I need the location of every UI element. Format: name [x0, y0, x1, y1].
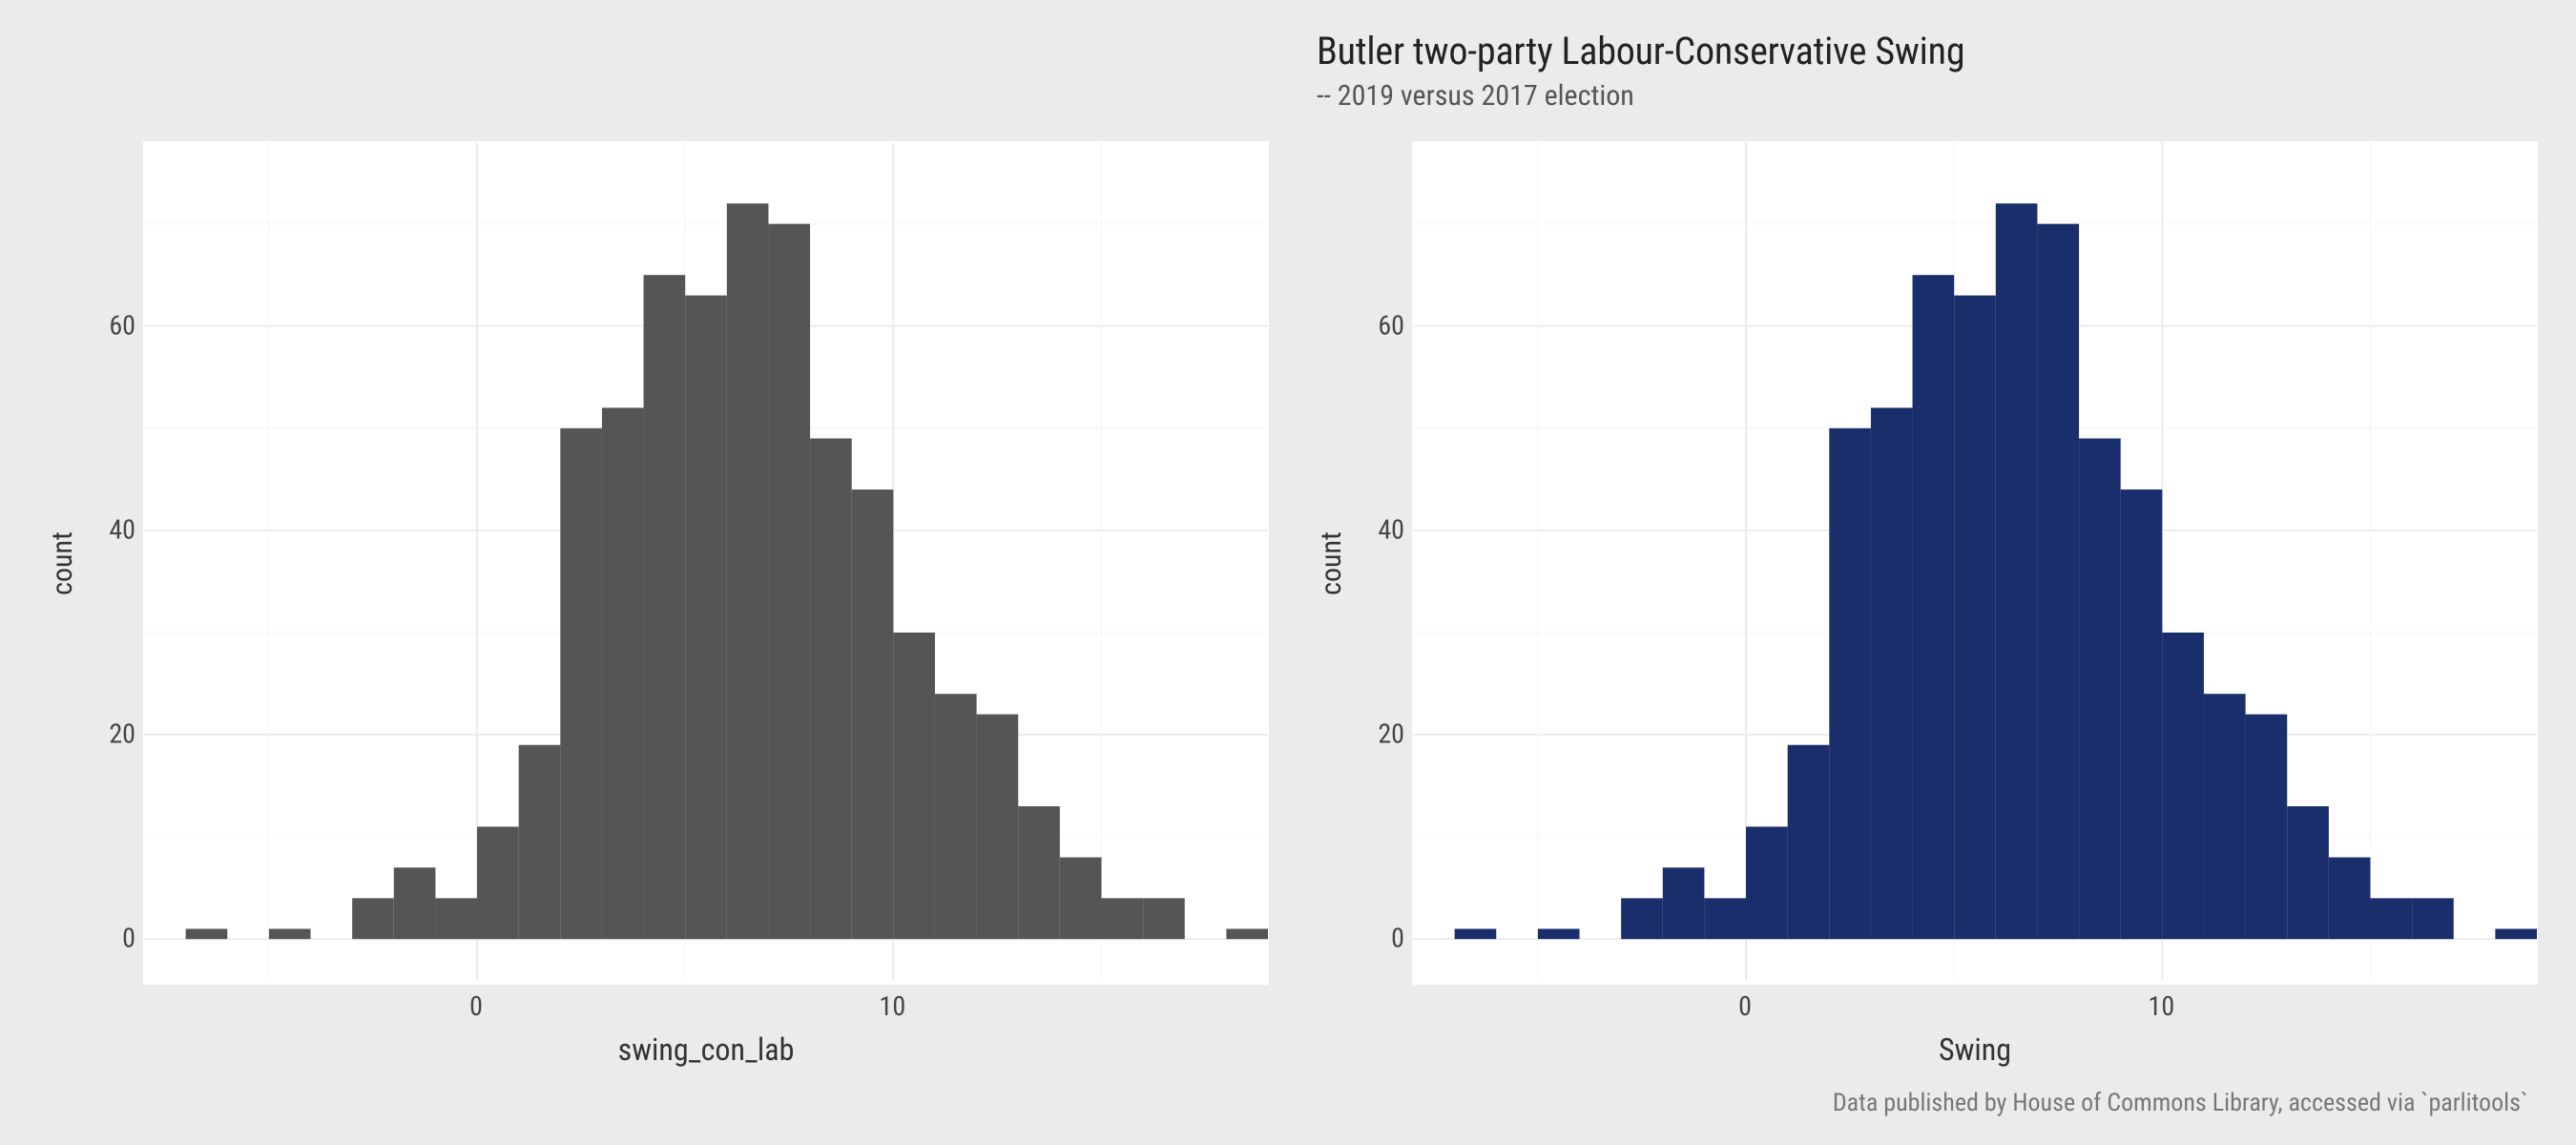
chart-right: Butler two-party Labour-Conservative Swi…	[1307, 29, 2538, 1126]
histogram-bar	[1871, 408, 1913, 940]
y-tick-label: 0	[1391, 923, 1404, 954]
plot-panel	[143, 141, 1269, 985]
x-axis-label: Swing	[1307, 1031, 2538, 1088]
chart-left: count 0 20 40 60 0 10 swing_con_lab	[38, 29, 1269, 1126]
histogram-bar	[2037, 224, 2079, 940]
y-axis-label: count	[1315, 531, 1348, 595]
x-axis-row: 0 10	[38, 985, 1269, 1031]
y-axis-label: count	[46, 531, 79, 595]
x-tick-label: 0	[1738, 990, 1752, 1022]
histogram-bar	[1101, 899, 1143, 940]
histogram-bar	[1018, 806, 1060, 939]
histogram-bar	[644, 275, 686, 939]
y-tick-label: 40	[109, 514, 135, 546]
chart-title: Butler two-party Labour-Conservative Swi…	[1317, 29, 2538, 73]
histogram-bar	[1746, 827, 1788, 940]
x-tick-label: 10	[880, 990, 906, 1022]
histogram-bar	[852, 489, 894, 939]
histogram-bar	[810, 439, 852, 940]
histogram-bar	[935, 694, 977, 939]
histogram-bar	[2246, 715, 2288, 940]
histogram-bar	[352, 899, 394, 940]
chart-title-spacer	[38, 29, 1269, 141]
histogram-bar	[1954, 296, 1996, 940]
histogram-bar	[1226, 929, 1268, 940]
histogram-bar	[1663, 867, 1705, 939]
plot-row: count 0 20 40 60	[1307, 141, 2538, 985]
histogram-bar	[1455, 929, 1497, 940]
plot-row: count 0 20 40 60	[38, 141, 1269, 985]
histogram-bar	[435, 899, 477, 940]
histogram-bar	[1829, 428, 1871, 939]
histogram-bar	[394, 867, 436, 939]
histogram-bar	[477, 827, 519, 940]
histogram-bar	[2287, 806, 2329, 939]
histogram-bar	[1788, 745, 1830, 939]
histogram-bar	[893, 633, 935, 939]
histogram-bar	[519, 745, 561, 939]
x-tick-area: 0 10	[143, 985, 1269, 1031]
y-tick-col: 0 20 40 60	[86, 141, 143, 985]
histogram-bar	[1704, 899, 1746, 940]
x-axis-label: swing_con_lab	[38, 1031, 1269, 1088]
histogram-bar	[1913, 275, 1955, 939]
y-tick-label: 40	[1378, 514, 1404, 546]
x-axis-row: 0 10	[1307, 985, 2538, 1031]
histogram-bar	[1143, 899, 1185, 940]
histogram-bar	[1060, 858, 1102, 940]
histogram-bar	[560, 428, 602, 939]
histogram-bar	[269, 929, 311, 940]
histogram-bar	[685, 296, 727, 940]
y-axis-label-wrap: count	[38, 141, 86, 985]
plot-panel	[1412, 141, 2538, 985]
y-tick-label: 20	[109, 718, 135, 750]
plot-svg	[1413, 142, 2537, 980]
histogram-bar	[2495, 929, 2537, 940]
histogram-bar	[2204, 694, 2246, 939]
x-tick-label: 10	[2149, 990, 2175, 1022]
y-tick-label: 60	[109, 309, 135, 341]
y-tick-label: 60	[1378, 309, 1404, 341]
histogram-bar	[602, 408, 644, 940]
chart-caption: Data published by House of Commons Libra…	[1307, 1089, 2538, 1126]
plot-svg	[144, 142, 1268, 980]
histogram-bar	[2412, 899, 2454, 940]
histogram-bar	[2162, 633, 2204, 939]
charts-container: count 0 20 40 60 0 10 swing_con_lab Butler two-…	[0, 0, 2576, 1145]
x-tick-label: 0	[469, 990, 483, 1022]
histogram-bar	[768, 224, 810, 940]
histogram-bar	[1996, 203, 2038, 939]
histogram-bar	[186, 929, 228, 940]
histogram-bar	[2121, 489, 2163, 939]
y-axis-label-wrap: count	[1307, 141, 1355, 985]
histogram-bar	[727, 203, 769, 939]
histogram-bar	[2370, 899, 2412, 940]
histogram-bar	[977, 715, 1019, 940]
x-tick-area: 0 10	[1412, 985, 2538, 1031]
y-tick-label: 0	[122, 923, 135, 954]
histogram-bar	[1538, 929, 1580, 940]
histogram-bar	[2329, 858, 2371, 940]
histogram-bar	[2079, 439, 2121, 940]
chart-caption	[38, 1089, 1269, 1126]
histogram-bar	[1621, 899, 1663, 940]
y-tick-col: 0 20 40 60	[1355, 141, 1412, 985]
y-tick-label: 20	[1378, 718, 1404, 750]
chart-subtitle: -- 2019 versus 2017 election	[1317, 79, 2538, 113]
chart-titles: Butler two-party Labour-Conservative Swi…	[1307, 29, 2538, 141]
